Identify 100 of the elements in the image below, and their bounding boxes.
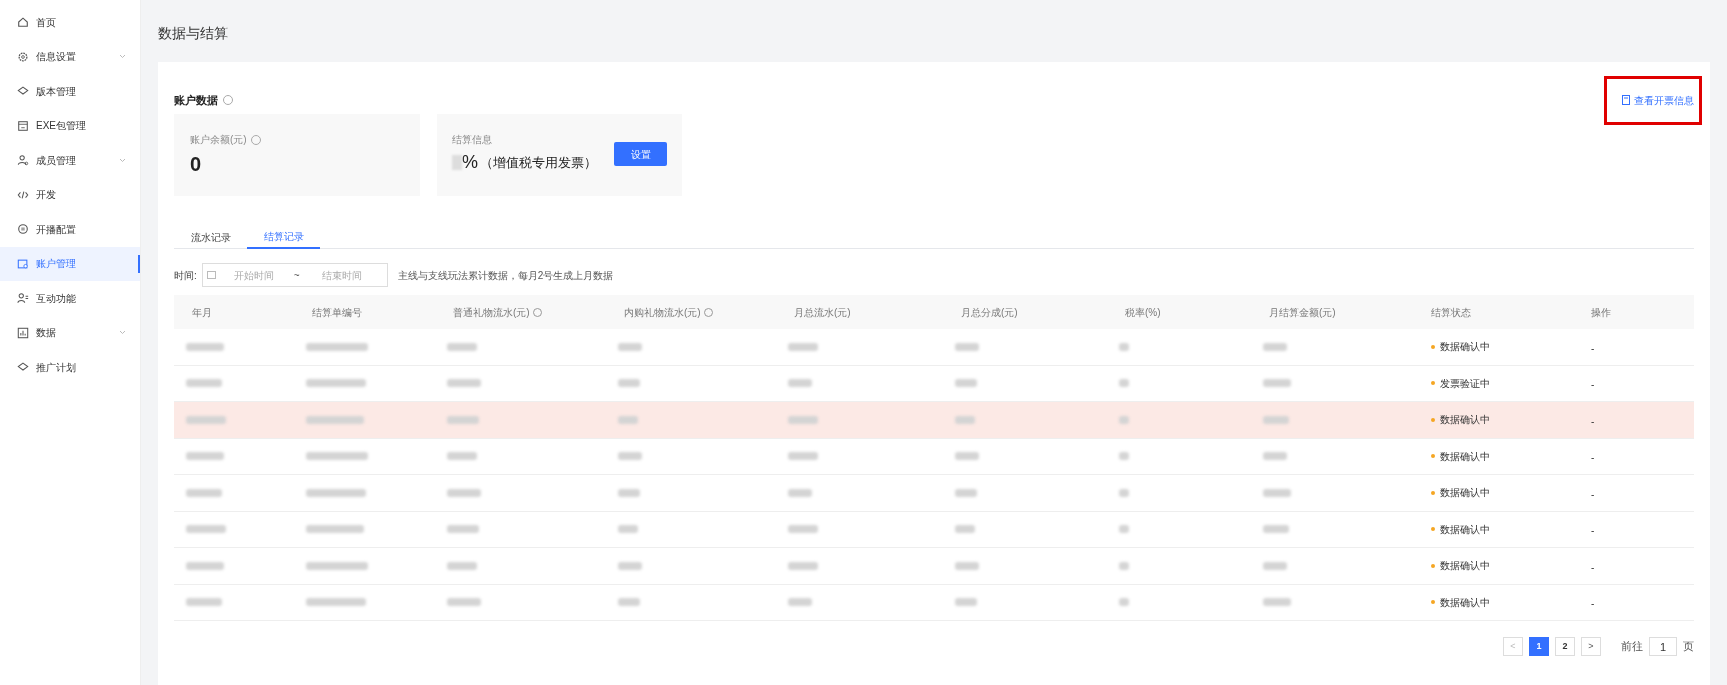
redacted-mark xyxy=(452,155,462,170)
package-icon xyxy=(17,119,29,132)
tab[interactable]: 结算记录 xyxy=(247,226,320,249)
redacted-mark xyxy=(186,452,224,461)
redacted-mark xyxy=(788,415,818,424)
redacted-mark xyxy=(186,598,222,607)
page-suffix: 页 xyxy=(1683,639,1694,655)
redacted-mark xyxy=(306,342,368,351)
redacted-mark xyxy=(618,415,638,424)
status-text: 数据确认中 xyxy=(1440,486,1490,501)
settings-button[interactable]: 设置 xyxy=(614,142,667,166)
page-button[interactable]: 2 xyxy=(1555,637,1575,656)
column-header: 结算状态 xyxy=(1431,305,1471,320)
chevron-icon xyxy=(119,157,126,163)
redacted-mark xyxy=(1263,561,1287,570)
status-text: 发票验证中 xyxy=(1440,376,1490,391)
status-text: 数据确认中 xyxy=(1440,522,1490,537)
status-text: 数据确认中 xyxy=(1440,340,1490,355)
status-text: 数据确认中 xyxy=(1440,449,1490,464)
table-row[interactable]: 数据确认中 - xyxy=(174,402,1694,439)
stat-label: 结算信息 xyxy=(452,133,493,147)
redacted-mark xyxy=(447,342,477,351)
chevron-icon xyxy=(119,330,126,336)
section-title: 账户数据 xyxy=(174,92,218,108)
redacted-mark xyxy=(306,379,366,388)
redacted-mark xyxy=(1119,452,1129,461)
redacted-mark xyxy=(1119,379,1129,388)
status-text: 数据确认中 xyxy=(1440,559,1490,574)
redacted-mark xyxy=(306,598,366,607)
document-icon xyxy=(1622,95,1630,105)
redacted-mark xyxy=(186,342,224,351)
sidebar-item[interactable]: EXE包管理 xyxy=(0,108,140,143)
sidebar-item[interactable]: 推广计划 xyxy=(0,350,140,385)
invoice-link[interactable]: 查看开票信息 xyxy=(1622,92,1694,108)
sidebar-item[interactable]: 开发 xyxy=(0,177,140,212)
redacted-mark xyxy=(955,415,975,424)
code-icon xyxy=(17,188,29,201)
redacted-mark xyxy=(447,415,479,424)
redacted-mark xyxy=(955,525,975,534)
hint-text: 主线与支线玩法累计数据，每月2号生成上月数据 xyxy=(397,268,614,283)
stat-value: 0 xyxy=(190,152,203,177)
redacted-mark xyxy=(955,342,979,351)
redacted-mark xyxy=(1263,488,1291,497)
circle-icon xyxy=(17,223,29,236)
sidebar-item[interactable]: 版本管理 xyxy=(0,74,140,109)
table-cell: - xyxy=(1591,488,1595,500)
redacted-mark xyxy=(618,452,642,461)
redacted-mark xyxy=(1263,342,1287,351)
redacted-mark xyxy=(1263,415,1289,424)
sidebar-item[interactable]: 数据 xyxy=(0,315,140,350)
user-icon xyxy=(17,154,29,167)
redacted-mark xyxy=(1263,452,1287,461)
redacted-mark xyxy=(306,452,368,461)
redacted-mark xyxy=(788,561,818,570)
redacted-mark xyxy=(618,488,640,497)
redacted-mark xyxy=(447,452,477,461)
column-header: 普通礼物流水(元) xyxy=(453,305,530,320)
status-text: 数据确认中 xyxy=(1440,413,1490,428)
redacted-mark xyxy=(618,598,640,607)
redacted-mark xyxy=(186,379,222,388)
sidebar-item[interactable]: 开播配置 xyxy=(0,212,140,247)
redacted-mark xyxy=(788,525,818,534)
redacted-mark xyxy=(618,525,638,534)
column-header: 结算单编号 xyxy=(312,305,362,320)
page-button[interactable]: 1 xyxy=(1529,637,1549,656)
redacted-mark xyxy=(447,488,481,497)
redacted-mark xyxy=(1119,561,1129,570)
tab[interactable]: 流水记录 xyxy=(174,226,247,249)
next-page-button[interactable]: > xyxy=(1581,637,1601,656)
home-icon xyxy=(17,16,29,29)
page-input[interactable]: 1 xyxy=(1649,637,1677,656)
column-header: 月总分成(元) xyxy=(961,305,1018,320)
redacted-mark xyxy=(306,488,366,497)
stat-value: % xyxy=(462,151,478,174)
column-header: 内购礼物流水(元) xyxy=(624,305,701,320)
redacted-mark xyxy=(1119,342,1129,351)
goto-label: 前往 xyxy=(1621,639,1643,655)
invoice-type: （增值税专用发票） xyxy=(480,153,597,172)
redacted-mark xyxy=(1263,379,1291,388)
redacted-mark xyxy=(955,598,977,607)
redacted-mark xyxy=(788,342,818,351)
stat-label: 账户余额(元) xyxy=(190,133,247,147)
table-cell: - xyxy=(1591,561,1595,573)
column-header: 税率(%) xyxy=(1125,305,1161,320)
redacted-mark xyxy=(955,488,977,497)
sidebar-item[interactable]: 成员管理 xyxy=(0,143,140,178)
redacted-mark xyxy=(306,525,364,534)
sidebar-item[interactable]: 账户管理 xyxy=(0,246,140,281)
page-title: 数据与结算 xyxy=(158,23,228,43)
sidebar-item[interactable]: 信息设置 xyxy=(0,39,140,74)
redacted-mark xyxy=(788,598,812,607)
filter-label: 时间: xyxy=(174,268,197,283)
sidebar-item[interactable]: 互动功能 xyxy=(0,281,140,316)
redacted-mark xyxy=(1119,525,1129,534)
redacted-mark xyxy=(186,415,226,424)
redacted-mark xyxy=(1119,415,1129,424)
date-range-field[interactable]: 开始时间 ~ 结束时间 xyxy=(201,263,388,287)
table-cell: - xyxy=(1591,525,1595,537)
sidebar-item[interactable]: 首页 xyxy=(0,5,140,40)
redacted-mark xyxy=(1119,488,1129,497)
